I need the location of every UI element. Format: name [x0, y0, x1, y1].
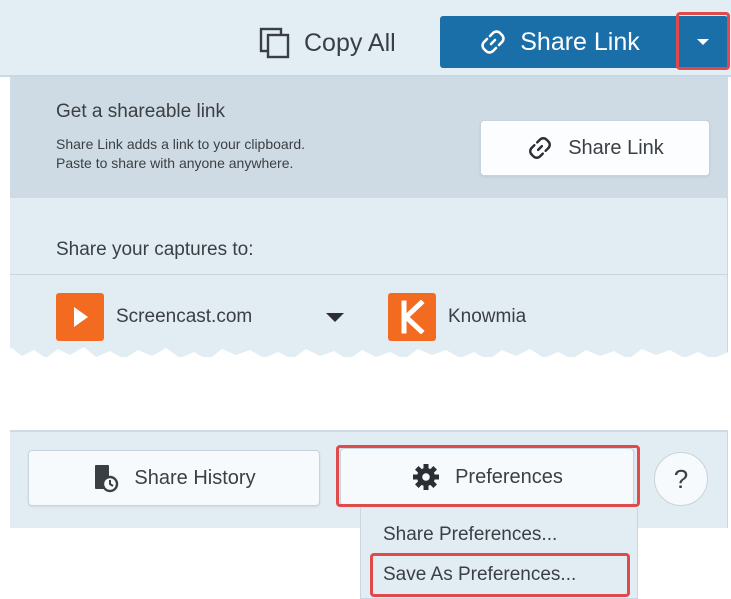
share-panel: Get a shareable link Share Link adds a l… — [10, 77, 728, 357]
preferences-button[interactable]: Preferences — [340, 448, 634, 506]
screencast-dropdown-icon[interactable] — [326, 313, 344, 322]
history-icon — [95, 465, 119, 493]
shareable-link-description: Share Link adds a link to your clipboard… — [56, 135, 436, 173]
share-link-label: Share Link — [520, 27, 640, 56]
share-captures-title: Share your captures to: — [56, 239, 254, 260]
share-link-secondary-label: Share Link — [568, 136, 664, 159]
share-link-secondary-button[interactable]: Share Link — [480, 120, 710, 176]
destination-screencast[interactable]: Screencast.com — [56, 293, 252, 341]
share-link-button[interactable]: Share Link — [440, 16, 678, 68]
menu-item-save-as-preferences[interactable]: Save As Preferences... — [383, 564, 576, 586]
torn-edge-divider — [0, 347, 731, 423]
screencast-icon — [56, 293, 104, 341]
copy-icon — [259, 27, 290, 59]
footer-divider — [10, 430, 728, 432]
shareable-link-description-line1: Share Link adds a link to your clipboard… — [56, 136, 306, 152]
shareable-link-description-line2: Paste to share with anyone anywhere. — [56, 155, 294, 171]
knowmia-icon — [388, 293, 436, 341]
link-icon — [481, 30, 505, 54]
share-history-label: Share History — [134, 466, 256, 489]
share-history-button[interactable]: Share History — [28, 450, 320, 506]
captures-divider — [10, 274, 728, 275]
copy-all-label: Copy All — [304, 28, 396, 57]
shareable-link-title: Get a shareable link — [56, 101, 225, 122]
share-toolbar: Copy All Share Link — [0, 0, 731, 77]
preferences-menu: Share Preferences... Save As Preferences… — [360, 508, 638, 599]
help-button[interactable]: ? — [654, 452, 708, 506]
destination-screencast-label: Screencast.com — [116, 306, 253, 327]
share-link-dropdown-button[interactable] — [678, 16, 728, 68]
chevron-down-icon — [697, 39, 709, 45]
destination-knowmia-label: Knowmia — [448, 306, 527, 327]
destination-knowmia[interactable]: Knowmia — [388, 293, 526, 341]
gear-icon — [413, 464, 440, 490]
help-label: ? — [673, 463, 689, 494]
copy-all-button[interactable]: Copy All — [258, 22, 396, 64]
preferences-label: Preferences — [455, 465, 563, 488]
menu-item-share-preferences[interactable]: Share Preferences... — [383, 524, 557, 546]
link-icon — [529, 137, 552, 159]
shareable-link-section: Get a shareable link Share Link adds a l… — [10, 77, 728, 198]
